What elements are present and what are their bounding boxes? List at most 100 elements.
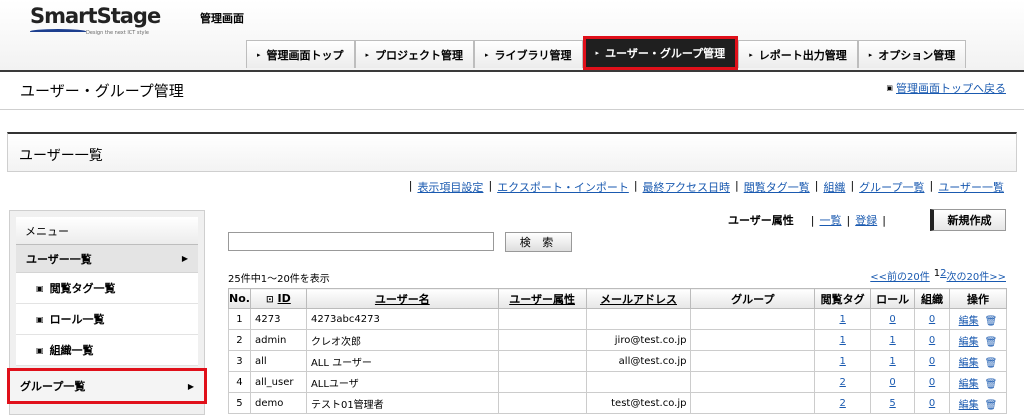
tab-option[interactable]: ▸ オプション管理 <box>857 40 967 68</box>
col-org: 組織 <box>914 288 950 309</box>
cell-email: jiro@test.co.jp <box>585 329 692 351</box>
link-export-import[interactable]: エクスポート・インポート <box>497 179 629 195</box>
col-tags: 閲覧タグ <box>814 288 872 309</box>
table-row: 3 all ALL ユーザー all@test.co.jp 1 1 0 編集 🗑 <box>228 350 1007 372</box>
next-page-link[interactable]: 次の20件>> <box>947 268 1006 283</box>
cell-email <box>585 371 692 393</box>
triangle-right-icon: ▸ <box>485 50 489 59</box>
new-create-button[interactable]: 新規作成 <box>930 209 1006 231</box>
cell-attr <box>497 371 587 393</box>
cell-tags-link[interactable]: 1 <box>839 314 845 325</box>
admin-title: 管理画面 <box>200 12 244 25</box>
square-bullet-icon: ▣ <box>36 283 44 293</box>
tab-project[interactable]: ▸ プロジェクト管理 <box>354 40 475 68</box>
edit-link[interactable]: 編集 <box>959 337 979 348</box>
col-username[interactable]: ユーザー名 <box>305 288 499 309</box>
tab-label: オプション管理 <box>878 48 956 62</box>
logo-swoosh-icon <box>30 29 86 34</box>
col-role: ロール <box>870 288 916 309</box>
link-group-list[interactable]: グループ一覧 <box>859 179 924 195</box>
triangle-right-icon: ▸ <box>749 50 753 59</box>
trash-icon[interactable]: 🗑 <box>985 379 998 390</box>
link-org[interactable]: 組織 <box>823 179 845 195</box>
tab-user-group[interactable]: ▸ ユーザー・グループ管理 <box>582 36 739 70</box>
cell-tags-link[interactable]: 2 <box>839 377 845 388</box>
menu-sub-tag-list[interactable]: ▣ 閲覧タグ一覧 <box>16 273 198 304</box>
table-row: 5 demo テスト01管理者 test@test.co.jp 2 5 0 編集… <box>228 392 1007 414</box>
edit-link[interactable]: 編集 <box>959 400 979 411</box>
attr-list-link[interactable]: 一覧 <box>820 212 842 228</box>
cell-no: 5 <box>228 392 251 414</box>
link-user-list[interactable]: ユーザー一覧 <box>938 179 1004 195</box>
cell-name: テスト01管理者 <box>305 392 499 414</box>
tab-report[interactable]: ▸ レポート出力管理 <box>738 40 858 68</box>
cell-no: 1 <box>228 308 251 330</box>
search-input[interactable] <box>228 232 494 251</box>
side-menu: メニュー ユーザー一覧 ▶ ▣ 閲覧タグ一覧 ▣ ロール一覧 ▣ 組織一覧 グル… <box>7 210 207 415</box>
col-email[interactable]: メールアドレス <box>585 288 692 309</box>
search-button[interactable]: 検 索 <box>505 232 572 252</box>
user-table: No. ⊡ ID ユーザー名 ユーザー属性 メールアドレス グループ 閲覧タグ … <box>228 288 1007 414</box>
back-to-top-link[interactable]: ▣ 管理画面トップへ戻る <box>886 80 1006 96</box>
cell-email: test@test.co.jp <box>585 392 692 414</box>
edit-link[interactable]: 編集 <box>959 379 979 390</box>
cell-role-link[interactable]: 1 <box>889 356 895 367</box>
menu-sub-label: ロール一覧 <box>49 313 105 326</box>
cell-tags-link[interactable]: 1 <box>839 335 845 346</box>
app-header: SmartStage Design the next ICT style 管理画… <box>0 0 1024 72</box>
cell-attr <box>497 329 587 351</box>
menu-sub-role-list[interactable]: ▣ ロール一覧 <box>16 304 198 335</box>
main-nav: ▸ 管理画面トップ ▸ プロジェクト管理 ▸ ライブラリ管理 ▸ ユーザー・グル… <box>246 36 967 70</box>
cell-id: demo <box>249 392 307 414</box>
cell-group <box>690 350 816 372</box>
trash-icon[interactable]: 🗑 <box>985 400 998 411</box>
triangle-right-icon: ▸ <box>257 50 261 59</box>
tab-label: 管理画面トップ <box>266 48 344 62</box>
link-display-settings[interactable]: 表示項目設定 <box>417 179 483 195</box>
triangle-right-icon: ▸ <box>365 50 370 59</box>
col-attr[interactable]: ユーザー属性 <box>497 288 587 309</box>
cell-no: 3 <box>228 350 251 372</box>
cell-id: all <box>249 350 307 372</box>
attr-register-link[interactable]: 登録 <box>855 212 877 228</box>
cell-org-link[interactable]: 0 <box>929 335 935 346</box>
menu-sub-org-list[interactable]: ▣ 組織一覧 <box>16 335 198 366</box>
tab-label: レポート出力管理 <box>758 48 847 62</box>
cell-org-link[interactable]: 0 <box>929 314 935 325</box>
cell-role-link[interactable]: 1 <box>889 335 895 346</box>
cell-role-link[interactable]: 0 <box>889 314 895 325</box>
cell-no: 4 <box>228 371 251 393</box>
section-header: ユーザー一覧 <box>7 132 1017 172</box>
cell-org-link[interactable]: 0 <box>929 377 935 388</box>
arrow-box-icon: ▶ <box>187 381 194 391</box>
edit-link[interactable]: 編集 <box>959 316 979 327</box>
col-group: グループ <box>690 288 816 309</box>
tab-admin-top[interactable]: ▸ 管理画面トップ <box>246 40 355 68</box>
link-tag-list[interactable]: 閲覧タグ一覧 <box>744 179 810 195</box>
cell-tags-link[interactable]: 2 <box>839 398 845 409</box>
cell-role-link[interactable]: 0 <box>889 377 895 388</box>
back-link-text[interactable]: 管理画面トップへ戻る <box>896 80 1006 96</box>
trash-icon[interactable]: 🗑 <box>985 337 998 348</box>
user-attr-label: ユーザー属性 <box>728 214 794 227</box>
cell-org-link[interactable]: 0 <box>929 398 935 409</box>
trash-icon[interactable]: 🗑 <box>985 316 998 327</box>
sub-links: | 表示項目設定 | エクスポート・インポート | 最終アクセス日時 | 閲覧タグ一覧 … <box>408 179 1004 195</box>
col-id[interactable]: ⊡ ID <box>249 288 307 309</box>
tab-label: プロジェクト管理 <box>375 48 464 62</box>
trash-icon[interactable]: 🗑 <box>985 358 998 369</box>
menu-sub-label: 閲覧タグ一覧 <box>49 282 116 295</box>
cell-tags-link[interactable]: 1 <box>839 356 845 367</box>
edit-link[interactable]: 編集 <box>959 358 979 369</box>
cell-attr <box>497 392 587 414</box>
cell-role-link[interactable]: 5 <box>889 398 895 409</box>
smartstage-logo[interactable]: SmartStage Design the next ICT style <box>30 4 161 36</box>
square-bullet-icon: ▣ <box>36 345 44 355</box>
link-last-access[interactable]: 最終アクセス日時 <box>643 179 730 195</box>
cell-name: クレオ次郎 <box>305 329 499 351</box>
menu-item-group-list[interactable]: グループ一覧 ▶ <box>7 368 207 404</box>
tab-library[interactable]: ▸ ライブラリ管理 <box>474 40 583 68</box>
cell-org-link[interactable]: 0 <box>929 356 935 367</box>
prev-page-link[interactable]: <<前の20件 <box>870 268 929 283</box>
menu-item-user-list[interactable]: ユーザー一覧 ▶ <box>16 245 198 273</box>
